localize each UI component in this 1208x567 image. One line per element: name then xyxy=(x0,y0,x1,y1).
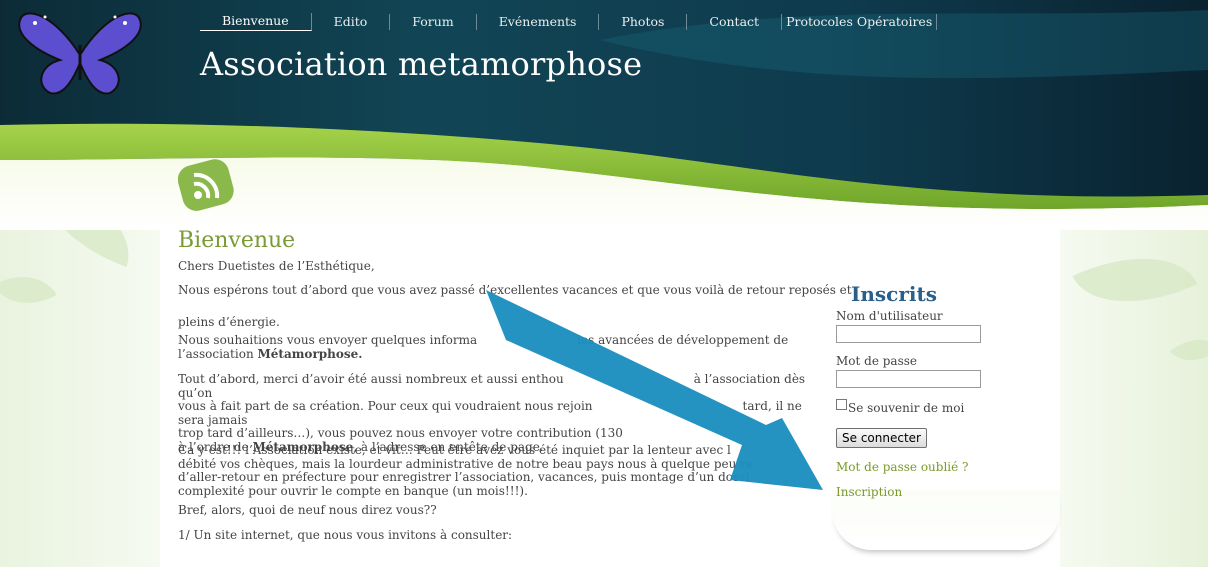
remember-label: Se souvenir de moi xyxy=(848,401,965,415)
username-field[interactable] xyxy=(836,325,981,343)
login-title: Inscrits xyxy=(851,282,937,306)
register-link[interactable]: Inscription xyxy=(836,485,902,499)
paragraph: 1/ Un site internet, que nous vous invit… xyxy=(178,528,513,542)
forgot-password-link[interactable]: Mot de passe oublié ? xyxy=(836,460,968,474)
text-fragment: Tout d’abord, merci d’avoir été aussi no… xyxy=(178,372,564,386)
nav-item-forum[interactable]: Forum xyxy=(390,14,477,30)
paragraph: Nous espérons tout d’abord que vous avez… xyxy=(178,283,852,297)
text-fragment: d’aller-retour en préfecture pour enregi… xyxy=(178,470,750,484)
login-button[interactable]: Se connecter xyxy=(836,428,927,448)
text-fragment: débité vos chèques, mais la lourdeur adm… xyxy=(178,456,754,471)
nav-item-bienvenue[interactable]: Bienvenue xyxy=(200,13,312,31)
site-title: Association metamorphose xyxy=(200,45,643,83)
nav-item-protocoles[interactable]: Protocoles Opératoires xyxy=(782,14,938,30)
nav-item-contact[interactable]: Contact xyxy=(687,14,783,30)
text-fragment: Ca y est!!! l’Association existe, et vit… xyxy=(178,443,731,457)
password-field[interactable] xyxy=(836,370,981,388)
nav-item-edito[interactable]: Edito xyxy=(312,14,391,30)
text-fragment: l’association xyxy=(178,346,258,361)
paragraph: Bref, alors, quoi de neuf nous direz vou… xyxy=(178,503,437,517)
text-fragment: trop tard d’ailleurs…), vous pouvez nous… xyxy=(178,426,623,440)
rss-icon[interactable] xyxy=(178,158,234,214)
remember-checkbox[interactable] xyxy=(836,399,847,410)
paragraph: pleins d’énergie. xyxy=(178,315,280,329)
association-name: Métamorphose. xyxy=(257,346,363,361)
text-fragment: complexité pour ouvrir le compte en banq… xyxy=(178,483,528,498)
main-nav: Bienvenue Edito Forum Evénements Photos … xyxy=(200,8,938,36)
nav-item-photos[interactable]: Photos xyxy=(599,14,688,30)
username-label: Nom d'utilisateur xyxy=(836,309,943,323)
page-heading: Bienvenue xyxy=(178,228,296,253)
paragraph: Ca y est!!! l’Association existe, et vit… xyxy=(178,443,818,498)
paragraph: Chers Duetistes de l’Esthétique, xyxy=(178,259,375,273)
text-fragment: les avancées de développement de xyxy=(577,333,789,347)
paragraph: Nous souhaitions vous envoyer quelques i… xyxy=(178,333,789,361)
butterfly-logo[interactable] xyxy=(15,5,145,100)
text-fragment: vous à fait part de sa création. Pour ce… xyxy=(178,399,593,413)
nav-item-evenements[interactable]: Evénements xyxy=(477,14,600,30)
login-panel-shadow xyxy=(832,490,1060,550)
password-label: Mot de passe xyxy=(836,354,917,368)
paragraph: Tout d’abord, merci d’avoir été aussi no… xyxy=(178,372,828,454)
text-fragment: Nous souhaitions vous envoyer quelques i… xyxy=(178,333,478,347)
